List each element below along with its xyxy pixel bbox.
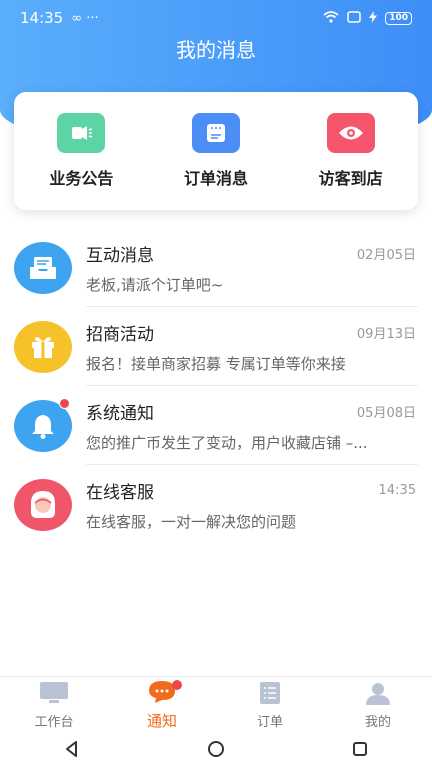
tab-label: 我的 <box>364 715 391 730</box>
tab-notifications[interactable]: 通知 <box>112 680 212 731</box>
sim-icon <box>347 9 361 27</box>
system-nav-bar <box>0 734 432 768</box>
user-icon <box>365 681 391 709</box>
message-time: 02月05日 <box>356 247 416 263</box>
quick-action-label: 订单消息 <box>183 169 248 188</box>
charging-icon <box>369 9 378 27</box>
status-time: 14:35 <box>20 9 64 27</box>
message-list: 互动消息 02月05日 老板,请派个订单吧~ 招商活动 09月13日 报名！接单… <box>0 228 432 544</box>
message-title: 在线客服 <box>86 482 154 503</box>
recents-icon[interactable] <box>351 740 369 762</box>
message-row-interaction[interactable]: 互动消息 02月05日 老板,请派个订单吧~ <box>0 228 432 307</box>
message-preview: 老板,请派个订单吧~ <box>86 275 224 294</box>
message-row-promotion[interactable]: 招商活动 09月13日 报名！接单商家招募 专属订单等你来接 <box>0 307 432 386</box>
tab-profile[interactable]: 我的 <box>328 681 428 730</box>
unread-dot <box>59 397 70 409</box>
quick-action-label: 业务公告 <box>49 169 114 188</box>
back-icon[interactable] <box>63 740 81 762</box>
order-list-icon <box>191 113 240 153</box>
status-bar: 14:35 ∞ ··· 100 <box>0 0 432 36</box>
tab-label: 工作台 <box>34 715 74 730</box>
message-time: 14:35 <box>378 482 416 498</box>
message-time: 09月13日 <box>356 326 416 342</box>
message-title: 系统通知 <box>86 403 154 424</box>
quick-action-announcement[interactable]: 业务公告 <box>21 113 141 189</box>
quick-action-label: 访客到店 <box>318 169 383 188</box>
tab-label: 通知 <box>146 712 177 730</box>
battery-indicator: 100 <box>385 11 412 25</box>
message-title: 招商活动 <box>86 324 154 345</box>
eye-icon <box>326 113 375 153</box>
monitor-icon <box>39 681 69 709</box>
inbox-icon <box>14 241 72 294</box>
message-preview: 您的推广币发生了变动，用户收藏店铺 –... <box>86 433 368 452</box>
tab-orders[interactable]: 订单 <box>220 681 320 730</box>
quick-actions-card: 业务公告 订单消息 访客到店 <box>14 92 418 210</box>
service-agent-icon <box>14 478 72 531</box>
tab-badge <box>172 680 182 690</box>
message-time: 05月08日 <box>356 405 416 421</box>
message-row-customer-service[interactable]: 在线客服 14:35 在线客服，一对一解决您的问题 <box>0 465 432 544</box>
message-row-system[interactable]: 系统通知 05月08日 您的推广币发生了变动，用户收藏店铺 –... <box>0 386 432 465</box>
page-title: 我的消息 <box>176 38 256 62</box>
message-title: 互动消息 <box>86 245 154 266</box>
tab-label: 订单 <box>256 715 283 730</box>
home-icon[interactable] <box>207 740 225 762</box>
quick-action-visitors[interactable]: 访客到店 <box>291 113 411 189</box>
quick-action-order-messages[interactable]: 订单消息 <box>156 113 276 189</box>
bell-icon <box>14 397 72 452</box>
document-icon <box>258 681 282 709</box>
bottom-tab-bar: 工作台 通知 订单 我的 <box>0 676 432 734</box>
message-preview: 报名！接单商家招募 专属订单等你来接 <box>86 354 346 373</box>
tab-workbench[interactable]: 工作台 <box>4 681 104 730</box>
gift-icon <box>14 320 72 373</box>
message-preview: 在线客服，一对一解决您的问题 <box>86 512 297 531</box>
megaphone-icon <box>57 113 106 153</box>
wifi-icon <box>323 9 339 27</box>
status-extra-icons: ∞ ··· <box>71 10 99 26</box>
